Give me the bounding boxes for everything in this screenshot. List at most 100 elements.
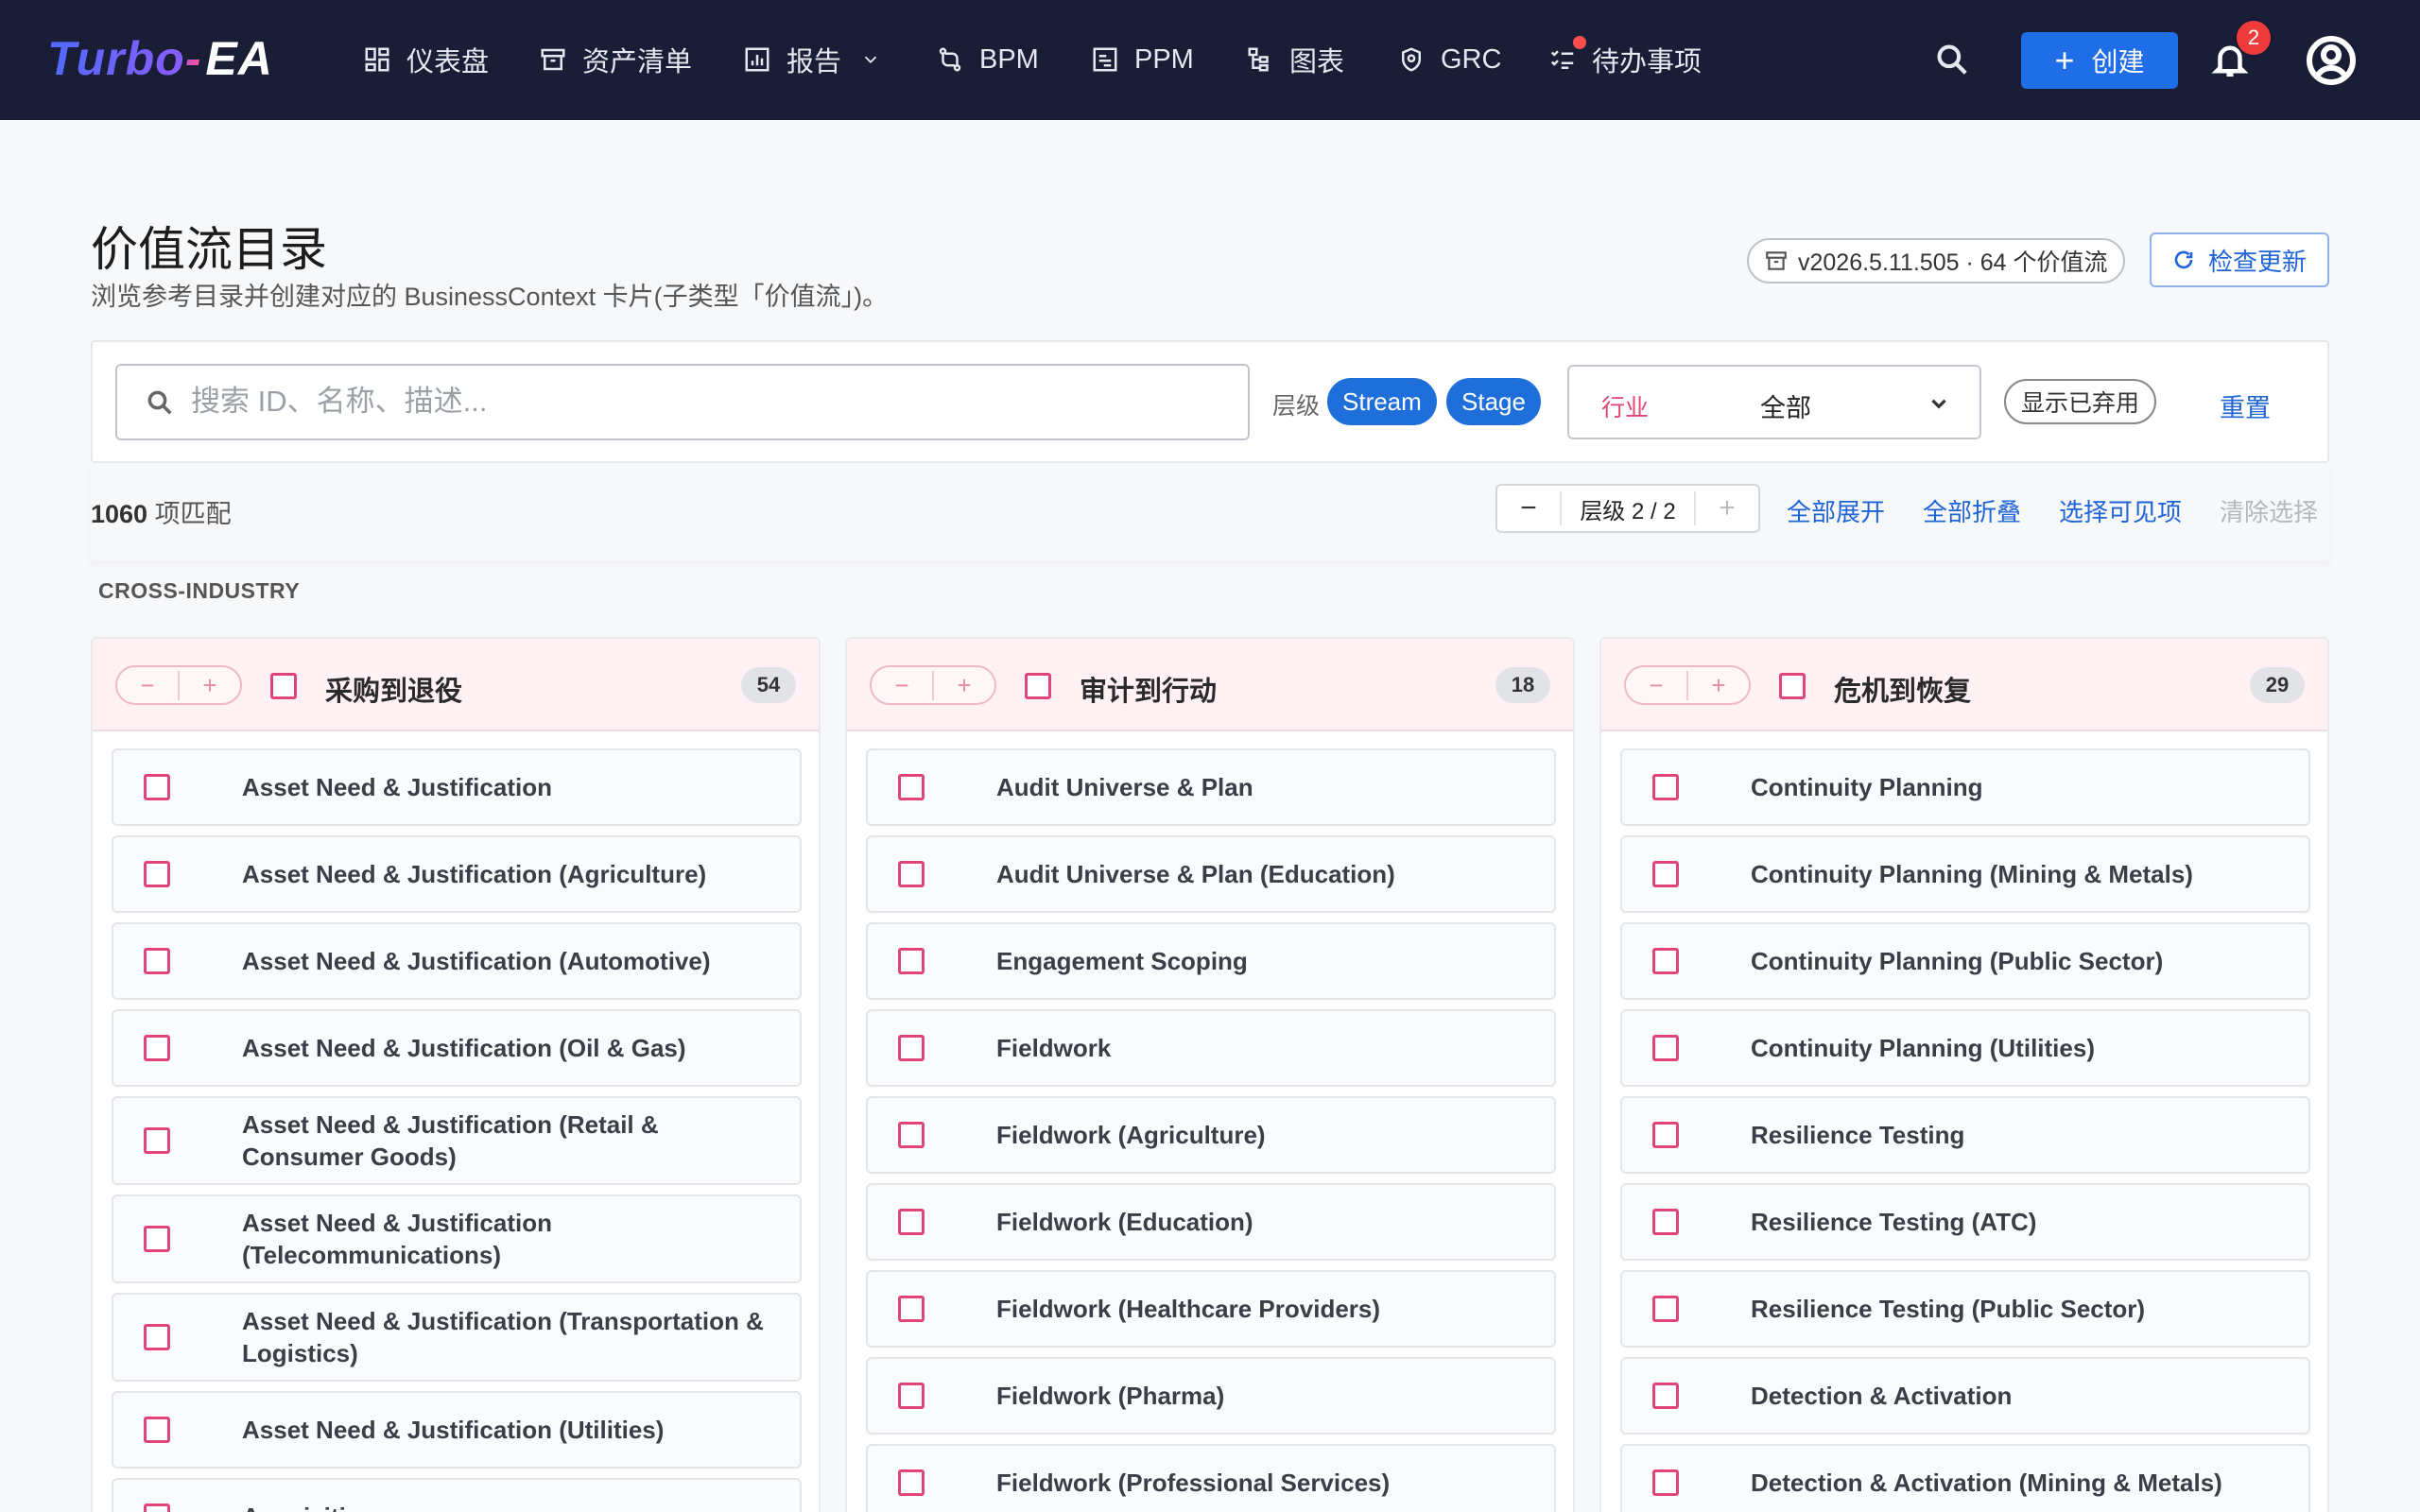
nav-todo[interactable]: 待办事项: [1548, 36, 1702, 83]
nav-inventory[interactable]: 资产清单: [539, 36, 692, 83]
nav-diagrams[interactable]: 图表: [1246, 36, 1344, 83]
column-count-badge: 29: [2250, 667, 2305, 703]
catalog-search-box[interactable]: [115, 364, 1250, 440]
level-chip-stream[interactable]: Stream: [1327, 378, 1437, 425]
column-collapse-button[interactable]: −: [872, 670, 934, 700]
stage-checkbox[interactable]: [144, 1226, 170, 1252]
nav-ppm-label: PPM: [1134, 43, 1194, 75]
stage-checkbox[interactable]: [1652, 1122, 1679, 1148]
stage-label: Continuity Planning (Public Sector): [1751, 947, 2164, 975]
catalog-search-input[interactable]: [191, 375, 1231, 428]
stage-checkbox[interactable]: [898, 1035, 925, 1061]
stage-checkbox[interactable]: [898, 861, 925, 887]
column-collapse-button[interactable]: −: [117, 670, 180, 700]
nav-reports[interactable]: 报告: [743, 36, 881, 83]
stage-item[interactable]: Asset Need & Justification: [112, 748, 802, 826]
diagram-icon: [1248, 47, 1269, 72]
stage-item[interactable]: Asset Need & Justification (Telecommunic…: [112, 1194, 802, 1283]
stage-label: Fieldwork (Pharma): [996, 1382, 1225, 1410]
stage-item[interactable]: Asset Need & Justification (Oil & Gas): [112, 1009, 802, 1087]
create-button[interactable]: + 创建: [2021, 32, 2178, 89]
stage-item[interactable]: Fieldwork (Pharma): [866, 1357, 1556, 1435]
stage-label: Fieldwork (Agriculture): [996, 1121, 1266, 1149]
stage-checkbox[interactable]: [1652, 1209, 1679, 1235]
stage-item[interactable]: Continuity Planning (Utilities): [1620, 1009, 2310, 1087]
stage-checkbox[interactable]: [144, 1324, 170, 1350]
turbo-ea-logo[interactable]: Turbo - EA: [47, 32, 273, 85]
global-search-button[interactable]: [1934, 42, 1972, 79]
stage-item[interactable]: Fieldwork (Professional Services): [866, 1444, 1556, 1512]
stage-checkbox[interactable]: [1652, 1469, 1679, 1496]
stage-checkbox[interactable]: [1652, 774, 1679, 800]
stage-item[interactable]: Resilience Testing: [1620, 1096, 2310, 1174]
collapse-all-link[interactable]: 全部折叠: [1923, 493, 2021, 528]
stage-checkbox[interactable]: [898, 774, 925, 800]
check-update-button[interactable]: 检查更新: [2150, 232, 2329, 287]
stage-checkbox[interactable]: [898, 1296, 925, 1322]
stage-checkbox[interactable]: [144, 1035, 170, 1061]
plus-icon: +: [2054, 41, 2075, 79]
clear-selection-link[interactable]: 清除选择: [2220, 493, 2318, 528]
stage-item[interactable]: Fieldwork (Agriculture): [866, 1096, 1556, 1174]
column-count-badge: 18: [1495, 667, 1550, 703]
stage-item[interactable]: Detection & Activation (Mining & Metals): [1620, 1444, 2310, 1512]
stage-checkbox[interactable]: [898, 1383, 925, 1409]
column-select-checkbox[interactable]: [270, 673, 297, 699]
stage-item[interactable]: Continuity Planning (Public Sector): [1620, 922, 2310, 1000]
stage-checkbox[interactable]: [898, 1469, 925, 1496]
stage-item[interactable]: Audit Universe & Plan (Education): [866, 835, 1556, 913]
stage-checkbox[interactable]: [1652, 948, 1679, 974]
stage-checkbox[interactable]: [898, 1209, 925, 1235]
stage-item[interactable]: Resilience Testing (ATC): [1620, 1183, 2310, 1261]
industry-select[interactable]: 行业 全部: [1567, 365, 1981, 439]
stage-item[interactable]: Continuity Planning (Mining & Metals): [1620, 835, 2310, 913]
column-expand-button[interactable]: +: [180, 671, 240, 700]
stage-item[interactable]: Asset Need & Justification (Retail & Con…: [112, 1096, 802, 1185]
column-collapse-button[interactable]: −: [1626, 670, 1688, 700]
level-chip-stage[interactable]: Stage: [1446, 378, 1541, 425]
nav-ppm[interactable]: PPM: [1091, 36, 1194, 83]
stage-checkbox[interactable]: [144, 1127, 170, 1154]
stage-item[interactable]: Asset Need & Justification (Agriculture): [112, 835, 802, 913]
stage-item[interactable]: Engagement Scoping: [866, 922, 1556, 1000]
stage-item[interactable]: Fieldwork (Healthcare Providers): [866, 1270, 1556, 1348]
stage-checkbox[interactable]: [898, 948, 925, 974]
stage-item[interactable]: Fieldwork (Education): [866, 1183, 1556, 1261]
stage-checkbox[interactable]: [144, 774, 170, 800]
stage-checkbox[interactable]: [1652, 1383, 1679, 1409]
stage-checkbox[interactable]: [144, 1417, 170, 1443]
nav-grc[interactable]: GRC: [1397, 36, 1501, 83]
nav-bpm-label: BPM: [979, 43, 1039, 75]
stage-item[interactable]: Asset Need & Justification (Utilities): [112, 1391, 802, 1469]
stage-item[interactable]: Audit Universe & Plan: [866, 748, 1556, 826]
stage-checkbox[interactable]: [898, 1122, 925, 1148]
stage-item[interactable]: Resilience Testing (Public Sector): [1620, 1270, 2310, 1348]
stage-item[interactable]: Continuity Planning: [1620, 748, 2310, 826]
level-decrease-button[interactable]: −: [1497, 486, 1560, 531]
reset-filters-link[interactable]: 重置: [2220, 387, 2271, 424]
select-visible-link[interactable]: 选择可见项: [2059, 493, 2182, 528]
nav-bpm[interactable]: BPM: [936, 36, 1039, 83]
stage-checkbox[interactable]: [144, 948, 170, 974]
stage-item[interactable]: Detection & Activation: [1620, 1357, 2310, 1435]
column-header: − + 审计到行动 18: [847, 639, 1573, 731]
stage-item[interactable]: Acquisition: [112, 1478, 802, 1512]
stage-checkbox[interactable]: [1652, 1035, 1679, 1061]
nav-dashboard[interactable]: 仪表盘: [363, 36, 489, 83]
stage-checkbox[interactable]: [144, 1503, 170, 1512]
show-deprecated-toggle[interactable]: 显示已弃用: [2004, 379, 2157, 424]
level-increase-button[interactable]: +: [1696, 486, 1758, 531]
column-select-checkbox[interactable]: [1779, 673, 1806, 699]
stage-checkbox[interactable]: [1652, 861, 1679, 887]
nav-diagrams-label: 图表: [1289, 47, 1345, 77]
column-expand-button[interactable]: +: [1688, 671, 1749, 700]
stage-checkbox[interactable]: [1652, 1296, 1679, 1322]
expand-all-link[interactable]: 全部展开: [1787, 493, 1885, 528]
stage-checkbox[interactable]: [144, 861, 170, 887]
user-avatar-button[interactable]: [2307, 36, 2356, 85]
column-expand-button[interactable]: +: [934, 671, 994, 700]
stage-item[interactable]: Asset Need & Justification (Transportati…: [112, 1293, 802, 1382]
stage-item[interactable]: Asset Need & Justification (Automotive): [112, 922, 802, 1000]
column-select-checkbox[interactable]: [1025, 673, 1051, 699]
stage-item[interactable]: Fieldwork: [866, 1009, 1556, 1087]
